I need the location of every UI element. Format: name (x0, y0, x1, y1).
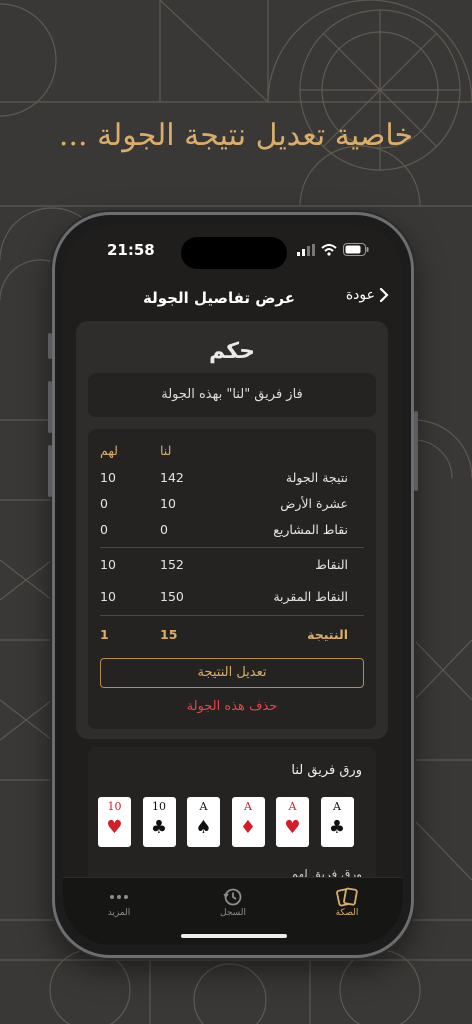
us-value: 142 (160, 470, 184, 485)
card-rank: A (333, 800, 341, 813)
back-button[interactable]: عودة (346, 287, 389, 303)
them-value: 0 (100, 496, 108, 511)
round-card: حكم فاز فريق "لنا" بهذه الجولة لنا لهم ن… (76, 321, 388, 877)
card-suit-icon: ♣ (150, 817, 168, 838)
tab-label: المزيد (107, 908, 131, 918)
card-suit-icon: ♠ (195, 817, 212, 838)
tab-history[interactable]: السجل (193, 886, 273, 918)
tab-label: السجل (220, 908, 246, 918)
back-label: عودة (345, 287, 375, 303)
cards-icon (336, 887, 358, 907)
us-value: 152 (160, 557, 184, 572)
score-row: نتيجة الجولة 142 10 (88, 470, 376, 494)
us-value: 150 (160, 589, 184, 604)
row-label: نقاط المشاريع (273, 522, 348, 537)
mute-switch (48, 333, 52, 359)
score-row: عشرة الأرض 10 0 (88, 496, 376, 520)
tab-label: الصكة (335, 908, 359, 918)
score-header-row: لنا لهم (88, 443, 376, 467)
divider (100, 547, 364, 548)
us-value: 0 (160, 522, 168, 537)
card-suit-icon: ♦ (239, 817, 257, 838)
phone-frame: 21:58 عرض تفاصيل الجولة عودة حكم فاز فري… (48, 212, 418, 958)
promo-headline: خاصية تعديل نتيجة الجولة ... (58, 118, 414, 153)
card-rank: 10 (107, 800, 122, 813)
result-row: النتيجة 15 1 (88, 627, 376, 651)
battery-icon (343, 243, 369, 256)
them-value: 1 (100, 627, 109, 642)
delete-round-link[interactable]: حذف هذه الجولة (88, 699, 376, 714)
power-button (414, 411, 418, 491)
winner-banner: فاز فريق "لنا" بهذه الجولة (88, 373, 376, 417)
card-suit-icon: ♣ (328, 817, 346, 838)
volume-up-button (48, 381, 52, 433)
them-value: 10 (100, 589, 116, 604)
history-icon (223, 888, 242, 906)
divider (100, 615, 364, 616)
points-row: النقاط 152 10 (88, 557, 376, 581)
playing-card: A ♥ (276, 797, 309, 847)
card-rank: A (288, 800, 297, 813)
navigation-bar: عرض تفاصيل الجولة عودة (63, 277, 403, 321)
us-value: 10 (160, 496, 176, 511)
team-cards-title: ورق فريق لنا (291, 763, 362, 778)
app-screen: 21:58 عرض تفاصيل الجولة عودة حكم فاز فري… (63, 225, 403, 945)
playing-card: 10 ♣ (142, 797, 176, 847)
next-section-label: ورق فريق لهم (290, 867, 362, 877)
rounded-points-row: النقاط المقربة 150 10 (88, 589, 376, 613)
us-value: 15 (160, 627, 178, 642)
row-label: النقاط (315, 557, 348, 572)
row-label: النتيجة (307, 627, 348, 642)
playing-card: A ♣ (320, 797, 354, 847)
card-rank: A (199, 800, 208, 813)
round-details-content[interactable]: حكم فاز فريق "لنا" بهذه الجولة لنا لهم ن… (63, 321, 403, 877)
card-suit-icon: ♥ (284, 817, 301, 838)
them-value: 10 (100, 470, 116, 485)
card-rank: 10 (152, 800, 166, 813)
signal-icon (297, 243, 315, 256)
wifi-icon (321, 243, 337, 256)
row-label: النقاط المقربة (273, 589, 348, 604)
team-cards-panel: ورق فريق لنا 10 ♥ 10 ♣ A ♠ A ♦ A ♥ A ♣ ورق فريق لهم (88, 747, 376, 877)
row-label: نتيجة الجولة (285, 470, 348, 485)
card-rank: A (244, 800, 252, 813)
edit-result-button[interactable]: تعديل النتيجة (100, 658, 364, 688)
game-type-title: حكم (209, 339, 255, 364)
playing-card: 10 ♥ (98, 797, 131, 847)
row-label: عشرة الأرض (280, 496, 348, 511)
status-time: 21:58 (107, 241, 155, 259)
score-table: لنا لهم نتيجة الجولة 142 10 عشرة الأرض 1… (88, 429, 376, 729)
them-value: 0 (100, 522, 108, 537)
us-column-header: لنا (160, 443, 172, 458)
status-bar: 21:58 (63, 225, 403, 277)
score-row: نقاط المشاريع 0 0 (88, 522, 376, 546)
volume-down-button (48, 445, 52, 497)
card-suit-icon: ♥ (106, 817, 123, 838)
home-indicator (181, 934, 287, 938)
chevron-right-icon (379, 287, 389, 303)
dynamic-island (181, 237, 287, 269)
tab-bar: الصكة السجل المزيد (63, 877, 403, 945)
them-value: 10 (100, 557, 116, 572)
playing-card: A ♠ (187, 797, 220, 847)
playing-card: A ♦ (231, 797, 265, 847)
them-column-header: لهم (100, 443, 118, 458)
more-icon (110, 895, 128, 899)
tab-more[interactable]: المزيد (79, 886, 159, 918)
tab-score[interactable]: الصكة (307, 886, 387, 918)
